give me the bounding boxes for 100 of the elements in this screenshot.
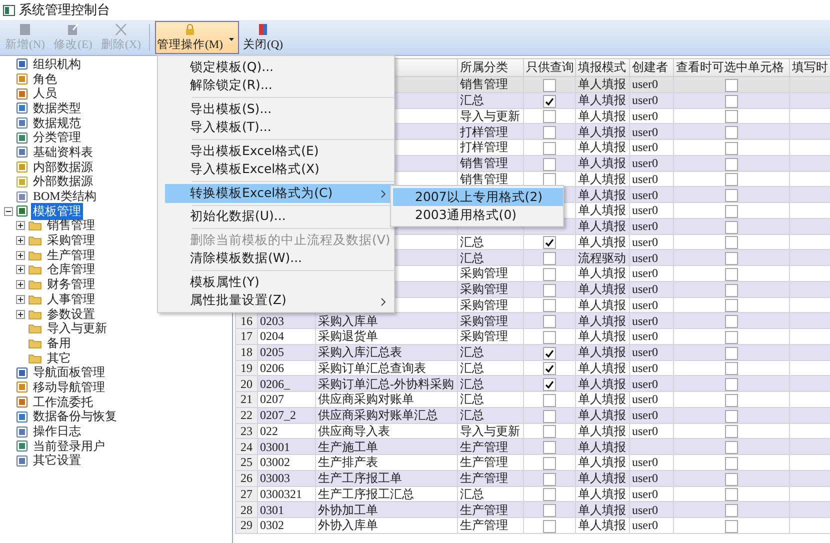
table-cell: 单人填报 [578, 108, 626, 123]
table-cell: 单人填报 [578, 124, 626, 139]
table-cell: 单人填报 [578, 392, 626, 406]
table-cell: 打样管理 [460, 124, 508, 139]
table-cell: 生产工序报工单 [318, 471, 402, 486]
table-cell: user0 [632, 424, 658, 438]
table-cell: 汇总 [460, 250, 484, 265]
table-cell: 单人填报 [578, 376, 626, 391]
row-number: 23 [240, 424, 252, 438]
table-cell: 汇总 [460, 486, 484, 501]
table-cell: 单人填报 [578, 298, 626, 312]
table-cell: user0 [632, 77, 658, 92]
table-cell: 汇总 [460, 392, 484, 406]
table-cell: 单人填报 [578, 219, 626, 234]
row-number: 18 [240, 345, 252, 360]
table-cell: 单人填报 [578, 502, 626, 517]
table-cell: 单人填报 [578, 203, 626, 218]
table-cell: 单人填报 [578, 314, 626, 328]
table-cell: user0 [632, 408, 658, 422]
table-cell: 采购管理 [460, 266, 508, 280]
row-number: 21 [240, 392, 252, 406]
table-cell: user0 [632, 376, 658, 391]
table-cell: 03003 [260, 471, 290, 486]
table-cell: 0204 [260, 329, 284, 344]
row-number: 28 [240, 502, 252, 517]
table-cell: 单人填报 [578, 360, 626, 375]
table-cell: user0 [632, 471, 658, 486]
table-cell: 汇总 [460, 93, 484, 108]
table-cell: 单人填报 [578, 282, 626, 296]
table-cell: 采购订单汇总查询表 [318, 360, 426, 375]
table-cell: 流程驱动 [578, 250, 626, 265]
row-number: 19 [240, 360, 252, 375]
table-cell: 单人填报 [578, 172, 626, 186]
table-cell: 外协加工单 [318, 502, 378, 517]
table-cell: 单人填报 [578, 518, 626, 532]
table-cell: 0301 [260, 502, 284, 517]
table-cell: 0302 [260, 518, 284, 532]
row-number: 20 [240, 376, 252, 391]
table-cell: 单人填报 [578, 440, 626, 454]
table-cell: 生产管理 [460, 518, 508, 532]
table-cell: 单人填报 [578, 424, 626, 438]
table-cell: 生产施工单 [318, 440, 378, 454]
table-cell: user0 [632, 266, 658, 280]
table-cell: 0206_ [260, 376, 290, 391]
table-cell: 汇总 [460, 408, 484, 422]
table-cell: 导入与更新 [460, 108, 520, 123]
table-cell: user0 [632, 282, 658, 296]
table-cell: 汇总 [460, 234, 484, 249]
table-cell: 单人填报 [578, 471, 626, 486]
row-number: 22 [240, 408, 252, 422]
window-title: 系统管理控制台 [19, 2, 110, 19]
table-cell: user0 [632, 108, 658, 123]
table-cell: user0 [632, 156, 658, 170]
table-cell: user0 [632, 140, 658, 154]
table-cell: 0300321 [260, 486, 302, 501]
table-cell: 0207_2 [260, 408, 296, 422]
table-cell: 单人填报 [578, 329, 626, 344]
table-cell: user0 [632, 203, 658, 218]
row-number: 25 [240, 455, 252, 470]
table-cell: 单人填报 [578, 345, 626, 360]
table-cell: 0206 [260, 360, 284, 375]
table-cell: 采购订单汇总-外协料采购 [318, 376, 454, 391]
table-cell: user0 [632, 219, 658, 234]
table-cell: 销售管理 [460, 156, 508, 170]
table-cell: 03002 [260, 455, 290, 470]
table-cell: user0 [632, 502, 658, 517]
table-cell: 生产工序报工汇总 [318, 486, 414, 501]
table-cell: 导入与更新 [460, 424, 520, 438]
table-cell: user0 [632, 250, 658, 265]
table-cell: user0 [632, 124, 658, 139]
table-cell: user0 [632, 298, 658, 312]
table-cell: 单人填报 [578, 486, 626, 501]
table-cell: 单人填报 [578, 156, 626, 170]
table-cell: 销售管理 [460, 77, 508, 92]
table-cell: 生产管理 [460, 471, 508, 486]
table-cell: 供应商采购对账单 [318, 392, 414, 406]
table-cell: 汇总 [460, 376, 484, 391]
table-cell: user0 [632, 455, 658, 470]
table-cell: 单人填报 [578, 188, 626, 202]
table-cell: user0 [632, 486, 658, 501]
table-cell: 生产管理 [460, 455, 508, 470]
table-cell: 单人填报 [578, 77, 626, 92]
table-cell: user0 [632, 392, 658, 406]
table-cell: 采购管理 [460, 329, 508, 344]
table-cell: 0207 [260, 392, 284, 406]
table-cell: 汇总 [460, 345, 484, 360]
table-cell: user0 [632, 172, 658, 186]
table-cell: user0 [632, 345, 658, 360]
table-cell: user0 [632, 234, 658, 249]
table-cell: 汇总 [460, 360, 484, 375]
table-cell: 022 [260, 424, 278, 438]
table-cell: 采购入库单 [318, 314, 378, 328]
table-cell: 生产管理 [460, 502, 508, 517]
table-cell: 生产排产表 [318, 455, 378, 470]
table-cell: 外协入库单 [318, 518, 378, 532]
table-cell: 采购退货单 [318, 329, 378, 344]
row-number: 16 [240, 314, 252, 328]
table-cell: 打样管理 [460, 140, 508, 154]
table-cell: user0 [632, 314, 658, 328]
table-cell: 单人填报 [578, 455, 626, 470]
